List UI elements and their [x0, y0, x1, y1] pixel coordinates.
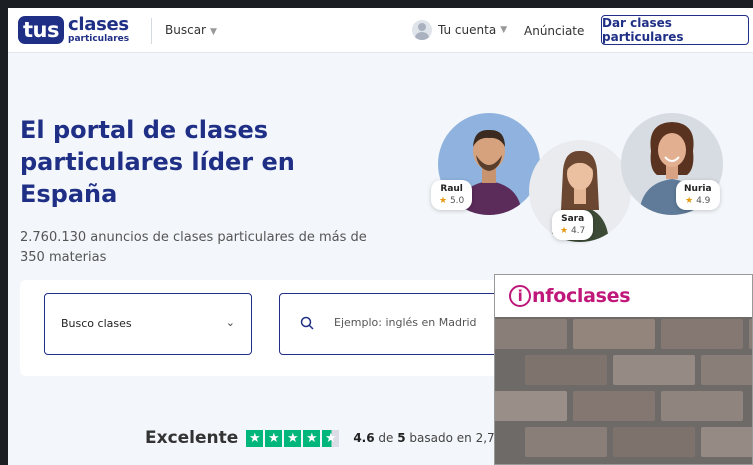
star-icon: ★ — [246, 429, 264, 447]
rating-label: Excelente — [145, 428, 239, 448]
tutor-tag-sara: Sara ★ 4.7 — [552, 210, 594, 240]
browser-viewport: tus clases particulares Buscar ▼ Tu cuent… — [8, 8, 753, 465]
search-query-box[interactable] — [279, 293, 519, 355]
tutor-name: Sara — [561, 214, 585, 224]
class-type-value: Busco clases — [61, 317, 132, 330]
tutor-rating: 4.9 — [696, 196, 711, 206]
tutor-name: Raul — [440, 184, 463, 194]
advertise-link[interactable]: Anúnciate — [524, 24, 584, 38]
star-icon: ★ — [685, 196, 694, 206]
search-form: Busco clases ⌄ — [20, 280, 519, 376]
popup-header: i nfoclases — [495, 275, 752, 317]
search-input[interactable] — [332, 315, 496, 330]
info-i-icon: i — [509, 285, 531, 307]
chevron-down-icon: ▼ — [209, 27, 217, 37]
site-logo[interactable]: tus clases particulares — [18, 15, 129, 45]
half-star-icon: ★ — [322, 429, 340, 447]
logo-clases: clases — [68, 14, 129, 35]
star-icon: ★ — [265, 429, 283, 447]
tutor-tag-nuria: Nuria ★ 4.9 — [676, 180, 720, 210]
infoclases-wordmark: nfoclases — [532, 285, 631, 307]
tutor-rating: 5.0 — [449, 196, 465, 206]
rating-of: de — [378, 431, 394, 445]
star-icon: ★ — [560, 226, 569, 236]
star-icon: ★ — [439, 196, 448, 206]
star-icon: ★ — [303, 429, 321, 447]
tutor-tag-raul: Raul ★ 5.0 — [431, 180, 473, 210]
rating-score: 4.6 — [353, 431, 375, 445]
rating-stars: ★ ★ ★ ★ ★ — [246, 429, 341, 447]
page-title: El portal de clases particulares líder e… — [20, 116, 295, 208]
account-label: Tu cuenta — [438, 23, 497, 37]
search-menu[interactable]: Buscar ▼ — [165, 23, 217, 37]
rating-summary: 4.6 de 5 basado en 2,776 — [353, 431, 510, 445]
search-menu-label: Buscar — [165, 23, 206, 37]
logo-particulares: particulares — [68, 34, 130, 44]
tutor-name: Nuria — [684, 184, 712, 194]
rating-max: 5 — [397, 431, 406, 445]
star-icon: ★ — [284, 429, 302, 447]
logo-tus: tus — [18, 16, 64, 44]
brick-wall-image — [495, 317, 752, 464]
chevron-down-icon: ▼ — [500, 25, 508, 35]
page-subtitle: 2.760.130 anuncios de clases particulare… — [20, 230, 367, 265]
chevron-down-icon: ⌄ — [225, 316, 235, 329]
trustpilot-rating[interactable]: Excelente ★ ★ ★ ★ ★ 4.6 de 5 basado en 2… — [145, 428, 510, 448]
search-icon — [300, 315, 314, 334]
infoclases-popup[interactable]: i nfoclases — [494, 274, 753, 465]
header-divider — [151, 18, 152, 44]
infoclases-logo: i nfoclases — [509, 285, 631, 307]
teach-classes-button[interactable]: Dar clases particulares — [601, 15, 749, 45]
user-avatar-icon — [412, 20, 432, 40]
site-header: tus clases particulares Buscar ▼ Tu cuent… — [8, 8, 753, 53]
class-type-select[interactable]: Busco clases ⌄ — [44, 293, 252, 355]
account-menu[interactable]: Tu cuenta ▼ — [412, 20, 507, 40]
tutor-rating: 4.7 — [570, 226, 586, 236]
